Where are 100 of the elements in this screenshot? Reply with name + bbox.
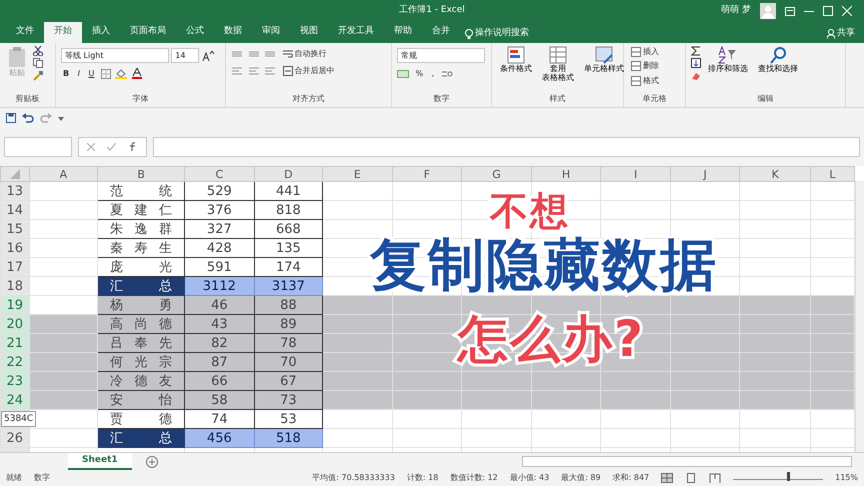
row-header[interactable]: 21 [0, 334, 30, 352]
wrap-text-button[interactable]: 自动换行 [280, 48, 328, 60]
insert-cells-button[interactable]: 插入 [629, 46, 661, 58]
share-button[interactable]: 共享 [837, 27, 855, 41]
comma-button[interactable]: , [430, 68, 436, 80]
column-header[interactable]: F [392, 166, 462, 182]
row-header[interactable]: 19 [0, 296, 30, 314]
page-layout-icon[interactable] [685, 473, 698, 483]
ribbon-tab[interactable]: 开发工具 [328, 22, 384, 43]
font-size-dropdown[interactable]: 14 [171, 48, 200, 64]
ribbon-tab[interactable]: 公式 [176, 22, 214, 43]
formula-input[interactable] [153, 137, 860, 157]
row-header[interactable]: 24 [0, 390, 30, 410]
row-header[interactable]: 14 [0, 200, 30, 220]
delete-cells-button[interactable]: 删除 [629, 60, 661, 72]
column-header[interactable]: D [254, 166, 323, 182]
ribbon-tab[interactable]: 审阅 [252, 22, 290, 43]
conditional-format-button[interactable]: 条件格式 [497, 46, 535, 93]
horizontal-scrollbar[interactable] [522, 456, 852, 467]
ribbon-tab[interactable]: 帮助 [384, 22, 422, 43]
ribbon-tab[interactable]: 视图 [290, 22, 328, 43]
ribbon-tab[interactable]: 开始 [44, 22, 82, 43]
table-cell: 82 [184, 334, 254, 352]
ribbon-tab[interactable]: 合并 [422, 22, 460, 43]
customize-qat-icon[interactable] [58, 115, 64, 121]
maximize-icon[interactable] [823, 6, 833, 16]
table-cell: 70 [254, 352, 323, 372]
cell-styles-button[interactable]: 单元格样式 [581, 46, 627, 93]
column-header[interactable]: K [740, 166, 810, 182]
merge-center-button[interactable]: 合并后居中 [280, 64, 336, 77]
tell-me-search[interactable]: 操作说明搜索 [474, 27, 529, 41]
currency-icon[interactable] [397, 68, 409, 79]
italic-button[interactable]: I [76, 68, 82, 80]
align-right-icon[interactable] [264, 66, 276, 76]
align-center-icon[interactable] [248, 66, 260, 76]
zoom-slider-thumb[interactable] [787, 472, 790, 481]
copy-icon[interactable] [33, 58, 43, 68]
row-header[interactable]: 23 [0, 372, 30, 390]
borders-icon[interactable] [100, 68, 111, 79]
column-header[interactable]: A [29, 166, 98, 182]
bold-button[interactable]: B [61, 68, 72, 80]
align-bottom-icon[interactable] [264, 49, 276, 60]
group-label: 字体 [132, 93, 150, 105]
zoom-slider[interactable] [733, 472, 824, 480]
function-icon[interactable] [128, 142, 138, 152]
column-header[interactable]: C [184, 166, 254, 182]
table-cell: 高尚德 [98, 314, 185, 334]
vertical-scrollbar[interactable] [855, 181, 864, 452]
percent-button[interactable]: % [414, 68, 426, 80]
fill-color-icon[interactable] [115, 68, 128, 80]
font-color-icon[interactable] [132, 68, 142, 80]
column-header[interactable]: E [322, 166, 392, 182]
cells-icon [631, 76, 641, 86]
row-header[interactable]: 15 [0, 220, 30, 238]
row-header[interactable]: 20 [0, 314, 30, 334]
table-cell: 范统 [98, 182, 185, 200]
align-middle-icon[interactable] [248, 49, 260, 60]
column-header[interactable]: L [810, 166, 854, 182]
check-icon[interactable] [107, 143, 116, 151]
close-icon[interactable] [842, 6, 852, 16]
table-format-button[interactable]: 套用 表格格式 [539, 46, 577, 93]
save-icon[interactable] [6, 113, 16, 123]
align-top-icon[interactable] [231, 49, 243, 60]
row-header[interactable]: 18 [0, 276, 30, 296]
underline-button[interactable]: U [86, 68, 96, 80]
redo-icon[interactable] [40, 113, 52, 123]
undo-icon[interactable] [22, 113, 34, 123]
align-left-icon[interactable] [231, 66, 243, 76]
grow-font-icon[interactable] [202, 50, 214, 61]
column-header[interactable]: I [600, 166, 670, 182]
ribbon-display-icon[interactable] [785, 6, 795, 16]
column-header[interactable]: G [462, 166, 532, 182]
ribbon-tab[interactable]: 插入 [82, 22, 120, 43]
ribbon-tab[interactable]: 数据 [214, 22, 252, 43]
fill-down-icon[interactable] [691, 58, 701, 68]
column-header[interactable]: B [98, 166, 185, 182]
add-sheet-icon[interactable] [146, 456, 158, 468]
cancel-icon[interactable] [87, 143, 95, 151]
row-header[interactable]: 17 [0, 258, 30, 276]
sum-icon[interactable] [691, 46, 701, 56]
row-header[interactable]: 16 [0, 238, 30, 258]
sort-filter-button[interactable]: 排序和筛选 [705, 46, 751, 93]
row-header[interactable]: 13 [0, 182, 30, 200]
normal-view-icon[interactable] [661, 473, 674, 483]
column-header[interactable]: J [670, 166, 740, 182]
page-break-icon[interactable] [709, 473, 722, 483]
zoom-level[interactable]: 115% [835, 472, 858, 484]
number-format-dropdown[interactable]: 常规 [397, 48, 485, 64]
column-header[interactable]: H [531, 166, 601, 182]
decimal-icon[interactable] [440, 68, 453, 79]
ribbon-tab[interactable]: 页面布局 [120, 22, 176, 43]
scissors-icon[interactable] [33, 46, 43, 56]
ribbon-tab[interactable]: 文件 [6, 22, 44, 43]
format-cells-button[interactable]: 格式 [629, 74, 661, 86]
row-header[interactable]: 22 [0, 352, 30, 372]
font-name-dropdown[interactable]: 等线 Light [61, 48, 169, 64]
find-select-button[interactable]: 查找和选择 [755, 46, 801, 93]
paintbrush-icon[interactable] [33, 70, 43, 80]
row-header[interactable]: 26 [0, 428, 30, 448]
sheet-tab[interactable]: Sheet1 [68, 452, 132, 470]
